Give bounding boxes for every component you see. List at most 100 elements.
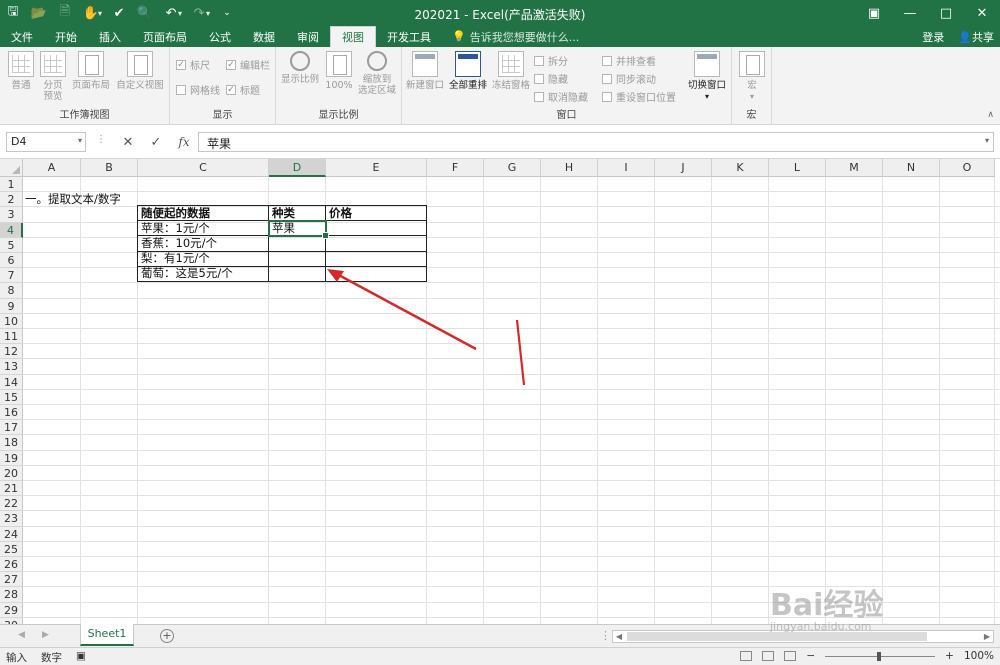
row-header-24[interactable]: 24 [0,526,23,542]
column-header-b[interactable]: B [81,159,138,177]
table-cell[interactable] [268,235,326,252]
row-header-16[interactable]: 16 [0,405,23,421]
formula-bar-splitter-icon[interactable]: ⋮ [96,134,106,145]
scroll-right-icon[interactable]: ▶ [981,631,993,642]
row-header-9[interactable]: 9 [0,298,23,314]
zoom-out-icon[interactable]: − [806,650,815,662]
column-header-h[interactable]: H [541,159,598,177]
formula-input[interactable]: 苹果 ▾ [198,132,994,152]
column-header-d[interactable]: D [269,159,326,177]
row-header-25[interactable]: 25 [0,541,23,557]
tab-data[interactable]: 数据 [242,26,286,47]
column-header-i[interactable]: I [598,159,655,177]
tab-view[interactable]: 视图 [330,26,376,47]
row-header-28[interactable]: 28 [0,587,23,603]
cell-a2-title[interactable]: 一。提取文本/数字 [25,192,121,207]
zoom-slider[interactable] [825,651,936,661]
open-icon[interactable]: 📂 [26,0,52,26]
minimize-icon[interactable]: — [892,0,928,26]
column-header-l[interactable]: L [769,159,826,177]
tab-formulas[interactable]: 公式 [198,26,242,47]
row-header-1[interactable]: 1 [0,177,23,193]
column-header-e[interactable]: E [326,159,427,177]
macros-button[interactable]: 宏 ▾ [738,51,766,102]
table-cell[interactable] [325,220,427,237]
page-layout-view-button[interactable]: 页面布局 [70,51,112,91]
touch-mode-dropdown-icon[interactable]: ▾ [98,9,102,18]
table-header-data[interactable]: 随便起的数据 [137,204,269,222]
close-icon[interactable]: ✕ [964,0,1000,26]
new-window-button[interactable]: 新建窗口 [404,51,446,91]
table-header-type[interactable]: 种类 [268,204,326,222]
row-header-3[interactable]: 3 [0,207,23,223]
name-box-dropdown-icon[interactable]: ▾ [78,136,82,145]
row-header-29[interactable]: 29 [0,602,23,618]
insert-function-icon[interactable]: fx [170,135,198,149]
split-button[interactable]: 拆分 [534,53,568,68]
row-header-6[interactable]: 6 [0,253,23,269]
column-header-f[interactable]: F [427,159,484,177]
custom-views-button[interactable]: 自定义视图 [114,51,166,91]
maximize-icon[interactable]: □ [928,0,964,26]
row-header-10[interactable]: 10 [0,313,23,329]
tab-page-layout[interactable]: 页面布局 [132,26,198,47]
column-header-m[interactable]: M [826,159,883,177]
zoom-100-button[interactable]: 100% [324,51,354,91]
name-box[interactable]: D4 ▾ [6,132,86,152]
spelling-icon[interactable]: ✔ [106,0,132,26]
page-layout-status-icon[interactable] [762,651,775,661]
undo-dropdown-icon[interactable]: ▾ [178,9,182,18]
tab-file[interactable]: 文件 [0,26,44,47]
row-header-13[interactable]: 13 [0,359,23,375]
row-header-26[interactable]: 26 [0,557,23,573]
table-header-price[interactable]: 价格 [325,204,427,222]
row-header-17[interactable]: 17 [0,420,23,436]
new-file-icon[interactable]: 🗎 [52,0,78,26]
headings-checkbox[interactable]: ✓ 标题 [226,82,260,97]
select-all-corner[interactable] [0,159,23,177]
next-sheet-icon[interactable]: ▶ [42,630,49,640]
tab-review[interactable]: 审阅 [286,26,330,47]
table-cell[interactable] [325,250,427,267]
tab-insert[interactable]: 插入 [88,26,132,47]
save-icon[interactable]: 🖫 [0,0,26,26]
confirm-entry-icon[interactable]: ✓ [142,135,170,150]
hide-button[interactable]: 隐藏 [534,71,568,86]
macro-record-icon[interactable]: ▣ [76,650,86,665]
scroll-thumb[interactable] [627,632,927,641]
row-header-11[interactable]: 11 [0,329,23,345]
row-header-14[interactable]: 14 [0,374,23,390]
signin-link[interactable]: 登录 [922,29,944,45]
cancel-entry-icon[interactable]: ✕ [114,135,142,150]
row-header-8[interactable]: 8 [0,283,23,299]
table-cell[interactable]: 葡萄：这是5元/个 [137,265,269,282]
tab-splitter-icon[interactable]: ⋮ [600,629,611,642]
table-cell[interactable]: 香蕉：10元/个 [137,235,269,252]
table-cell[interactable]: 苹果：1元/个 [137,220,269,237]
zoom-in-icon[interactable]: + [945,650,954,662]
redo-icon[interactable]: ↷ [186,0,212,26]
row-header-27[interactable]: 27 [0,572,23,588]
reset-position-button[interactable]: 重设窗口位置 [602,89,676,104]
share-button[interactable]: 👤共享 [958,29,994,45]
page-break-preview-button[interactable]: 分页 预览 [38,51,68,102]
column-header-j[interactable]: J [655,159,712,177]
formula-bar-checkbox[interactable]: ✓ 编辑栏 [226,57,270,72]
customize-qat-icon[interactable]: ⌄ [214,0,240,26]
row-header-19[interactable]: 19 [0,450,23,466]
print-preview-icon[interactable]: 🔍 [132,0,158,26]
normal-view-status-icon[interactable] [740,651,753,661]
table-cell[interactable] [325,265,427,282]
zoom-selection-button[interactable]: 缩放到 选定区域 [356,51,398,96]
column-header-a[interactable]: A [23,159,81,177]
gridlines-checkbox[interactable]: 网格线 [176,82,220,97]
tab-home[interactable]: 开始 [44,26,88,47]
sheet-tab-sheet1[interactable]: Sheet1 [80,624,134,646]
row-header-7[interactable]: 7 [0,268,23,284]
column-header-o[interactable]: O [940,159,995,177]
ruler-checkbox[interactable]: ✓ 标尺 [176,57,210,72]
row-header-23[interactable]: 23 [0,511,23,527]
collapse-ribbon-icon[interactable]: ∧ [987,110,994,120]
row-header-20[interactable]: 20 [0,465,23,481]
page-break-status-icon[interactable] [784,651,797,661]
